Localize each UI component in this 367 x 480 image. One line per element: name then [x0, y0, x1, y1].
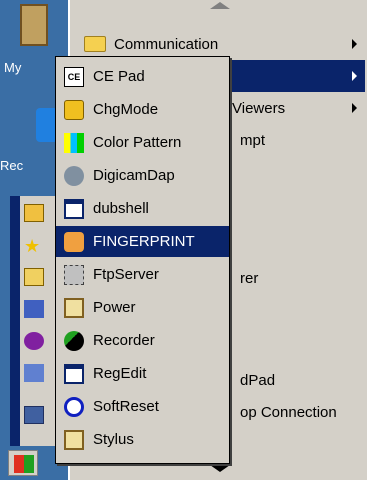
programs-item-label: mpt [240, 131, 266, 149]
submenu-item-fingerprint[interactable]: FINGERPRINT [56, 226, 229, 257]
desktop-label-my[interactable]: My [4, 60, 21, 75]
window-icon [64, 198, 84, 219]
submenu-item-label: DigicamDap [93, 167, 175, 184]
programs-item-label: op Connection [240, 403, 337, 421]
settings-icon[interactable] [24, 300, 44, 318]
ce-pad-icon: CE [64, 66, 84, 87]
programs-item-label: Communication [114, 35, 219, 53]
windows-flag-icon [14, 455, 34, 473]
window-icon [64, 363, 84, 384]
submenu-arrow-icon [352, 71, 357, 81]
programs-icon[interactable] [24, 204, 44, 222]
fingerprint-icon [64, 231, 84, 252]
submenu-item-dubshell[interactable]: dubshell [56, 193, 229, 224]
programs-item-label: Viewers [232, 99, 286, 117]
suspend-icon[interactable] [24, 406, 44, 424]
documents-icon[interactable] [24, 268, 44, 286]
tools-submenu: CE CE Pad ChgMode Color Pattern DigicamD… [55, 56, 230, 464]
submenu-item-softreset[interactable]: SoftReset [56, 391, 229, 422]
submenu-item-label: dubshell [93, 200, 149, 217]
submenu-item-label: FINGERPRINT [93, 233, 195, 250]
color-pattern-icon [64, 132, 84, 153]
stylus-icon [64, 429, 84, 450]
microphone-icon [64, 330, 84, 351]
submenu-item-regedit[interactable]: RegEdit [56, 358, 229, 389]
submenu-item-stylus[interactable]: Stylus [56, 424, 229, 455]
folder-icon [84, 36, 106, 52]
ftp-server-icon [64, 264, 84, 285]
submenu-item-recorder[interactable]: Recorder [56, 325, 229, 356]
start-menu-banner [10, 196, 20, 446]
programs-item-label: dPad [240, 371, 276, 389]
submenu-item-label: Power [93, 299, 136, 316]
submenu-item-label: Stylus [93, 431, 134, 448]
submenu-item-ftpserver[interactable]: FtpServer [56, 259, 229, 290]
lock-icon [64, 99, 84, 120]
submenu-item-label: CE Pad [93, 68, 145, 85]
submenu-item-color-pattern[interactable]: Color Pattern [56, 127, 229, 158]
submenu-item-label: FtpServer [93, 266, 159, 283]
submenu-item-label: ChgMode [93, 101, 159, 118]
programs-item-label: rer [240, 269, 259, 287]
submenu-item-label: SoftReset [93, 398, 159, 415]
submenu-item-power[interactable]: Power [56, 292, 229, 323]
start-button[interactable] [8, 450, 38, 476]
computer-icon[interactable] [20, 4, 48, 46]
help-icon[interactable] [24, 332, 44, 350]
soft-reset-icon [64, 396, 84, 417]
submenu-arrow-icon [352, 103, 357, 113]
submenu-item-digicamdap[interactable]: DigicamDap [56, 160, 229, 191]
submenu-item-ce-pad[interactable]: CE CE Pad [56, 61, 229, 92]
submenu-item-label: RegEdit [93, 365, 147, 382]
submenu-item-label: Recorder [93, 332, 155, 349]
desktop-label-recycle[interactable]: Rec [0, 158, 23, 173]
submenu-item-chgmode[interactable]: ChgMode [56, 94, 229, 125]
scroll-down-arrow-icon[interactable] [210, 465, 230, 472]
power-icon [64, 297, 84, 318]
scroll-up-arrow-icon[interactable] [210, 2, 230, 9]
favorites-icon[interactable]: ★ [24, 236, 44, 256]
submenu-arrow-icon [352, 39, 357, 49]
submenu-item-label: Color Pattern [93, 134, 182, 151]
run-icon[interactable] [24, 364, 44, 382]
camera-icon [64, 165, 84, 186]
